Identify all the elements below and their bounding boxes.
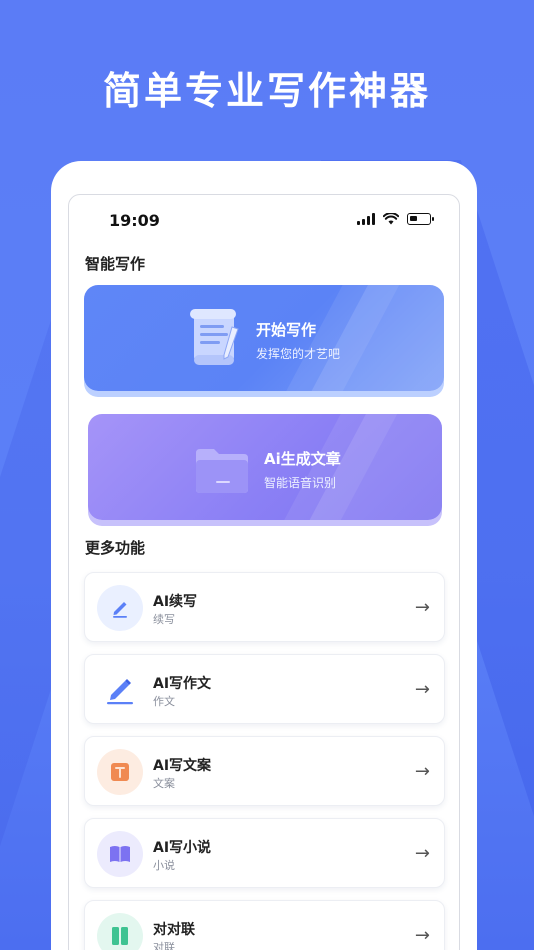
- promo-headline: 简单专业写作神器: [102, 69, 431, 113]
- folder-icon: [196, 449, 248, 493]
- couplet-icon: [97, 913, 143, 950]
- text-doc-icon: [97, 749, 143, 795]
- book-icon: [97, 831, 143, 877]
- signal-icon: [357, 213, 375, 225]
- scroll-pen-icon: [190, 309, 239, 365]
- arrow-right-icon: →: [414, 761, 430, 782]
- start-writing-title: 开始写作: [256, 321, 317, 339]
- feature-subtitle: 作文: [153, 695, 175, 708]
- arrow-right-icon: →: [414, 679, 430, 700]
- feature-title: AI写文案: [153, 758, 212, 774]
- feature-title: AI续写: [153, 594, 198, 610]
- feature-subtitle: 续写: [153, 613, 175, 626]
- arrow-right-icon: →: [414, 597, 430, 618]
- feature-title: 对对联: [153, 922, 195, 938]
- pen-line-icon: [97, 667, 143, 713]
- wifi-icon: [383, 213, 399, 225]
- phone-screen: 19:09 智能写作 开始写作 发挥您的才艺吧 Ai生成文章 智能语音识别 更多…: [68, 194, 460, 950]
- feature-subtitle: 文案: [153, 777, 175, 790]
- ai-write-copy-item[interactable]: AI写文案 文案 →: [84, 736, 445, 806]
- ai-generate-article-card[interactable]: Ai生成文章 智能语音识别: [88, 414, 442, 520]
- ai-write-essay-item[interactable]: AI写作文 作文 →: [84, 654, 445, 724]
- feature-title: AI写作文: [153, 676, 212, 692]
- start-writing-card[interactable]: 开始写作 发挥您的才艺吧: [84, 285, 444, 391]
- more-features-title: 更多功能: [85, 539, 146, 557]
- arrow-right-icon: →: [414, 843, 430, 864]
- arrow-right-icon: →: [414, 925, 430, 946]
- ai-generate-article-title: Ai生成文章: [264, 450, 341, 468]
- ai-generate-article-subtitle: 智能语音识别: [264, 476, 337, 490]
- ai-write-novel-item[interactable]: AI写小说 小说 →: [84, 818, 445, 888]
- battery-icon: [407, 213, 434, 225]
- status-time: 19:09: [109, 211, 160, 230]
- smart-writing-title: 智能写作: [85, 255, 146, 273]
- ai-continue-writing-item[interactable]: AI续写 续写 →: [84, 572, 445, 642]
- pen-icon: [97, 585, 143, 631]
- status-icons: [357, 213, 434, 225]
- feature-subtitle: 对联: [153, 941, 175, 950]
- feature-subtitle: 小说: [153, 859, 175, 872]
- start-writing-subtitle: 发挥您的才艺吧: [256, 347, 341, 361]
- couplet-item[interactable]: 对对联 对联 →: [84, 900, 445, 950]
- feature-title: AI写小说: [153, 840, 212, 856]
